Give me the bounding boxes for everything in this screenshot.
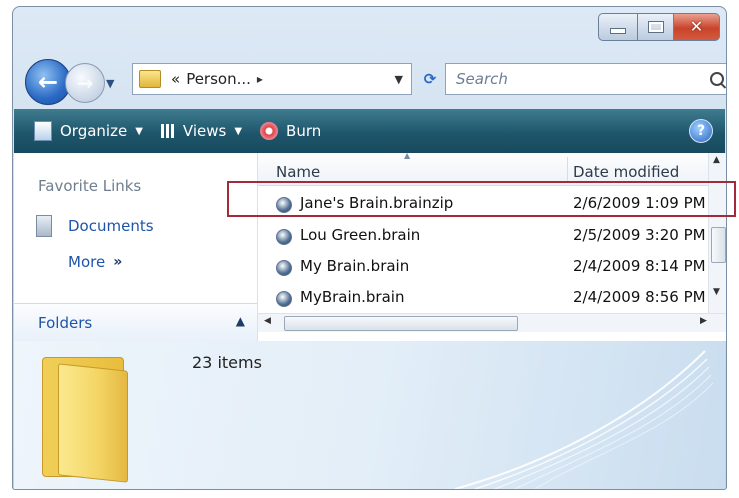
selected-file-highlight [227,181,736,217]
folder-icon [139,70,161,88]
minimize-icon [610,28,626,34]
help-icon: ? [696,123,706,139]
back-arrow-icon: ← [37,68,59,96]
table-row[interactable]: Lou Green.brain 2/5/2009 3:20 PM [258,221,708,251]
organize-icon [34,121,52,141]
views-button[interactable]: Views ▼ [160,122,243,140]
vertical-scrollbar[interactable]: ▲ ▼ [708,153,726,313]
burn-button[interactable]: Burn [260,122,321,140]
file-date: 2/4/2009 8:14 PM [573,257,706,275]
search-icon[interactable] [710,72,724,86]
sort-ascending-icon: ▲ [404,151,411,160]
scroll-down-icon[interactable]: ▼ [713,287,720,297]
refresh-button[interactable]: ⟳ [417,63,443,95]
search-input[interactable]: Search [445,63,726,95]
horizontal-scroll-thumb[interactable] [284,316,518,331]
chevron-down-icon: ▼ [234,125,243,137]
large-folder-icon [40,353,130,483]
maximize-button[interactable] [638,13,674,41]
column-header-name[interactable]: Name [276,163,320,181]
recent-pages-dropdown[interactable]: ▼ [106,77,114,90]
chevron-down-icon: ▼ [135,125,143,137]
close-button[interactable]: ✕ [674,13,720,41]
breadcrumb-personal[interactable]: Person... [186,70,251,88]
scroll-up-icon[interactable]: ▲ [713,155,720,165]
table-row[interactable]: My Brain.brain 2/4/2009 8:14 PM [258,252,708,282]
sidebar-item-documents[interactable]: Documents [36,215,154,237]
file-name: My Brain.brain [300,257,410,275]
column-header-date-modified[interactable]: Date modified [573,163,679,181]
forward-button[interactable]: → [65,63,105,103]
views-label: Views [182,122,227,140]
more-link[interactable]: More » [68,253,122,271]
views-icon [160,124,175,138]
file-name: Lou Green.brain [300,226,421,244]
caption-buttons: ✕ [598,13,720,41]
details-pane: 23 items [14,341,725,489]
burn-label: Burn [286,122,322,140]
command-toolbar: Organize ▼ Views ▼ Burn ? [14,109,725,153]
documents-icon [36,215,52,237]
search-placeholder: Search [456,70,508,88]
column-divider[interactable] [567,157,568,183]
folder-front-shape [58,363,128,483]
file-name: MyBrain.brain [300,288,405,306]
brain-file-icon [276,291,292,307]
address-dropdown-icon[interactable]: ▼ [395,73,403,86]
double-chevron-icon: » [113,254,123,270]
favorite-links-heading: Favorite Links [38,177,142,195]
vertical-scroll-thumb[interactable] [711,227,726,263]
file-date: 2/5/2009 3:20 PM [573,226,706,244]
horizontal-scrollbar[interactable]: ◀ ▶ [258,313,726,332]
brain-file-icon [276,229,292,245]
maximize-icon [647,21,664,33]
chevron-up-icon[interactable]: ▲ [236,314,245,328]
organize-label: Organize [60,122,128,140]
breadcrumb-prefix[interactable]: « [171,70,180,88]
scroll-right-icon[interactable]: ▶ [700,316,707,326]
more-label: More [68,253,106,271]
decorative-swoosh [454,350,714,489]
scroll-left-icon[interactable]: ◀ [264,316,271,326]
help-button[interactable]: ? [689,119,713,143]
sidebar-item-label: Documents [68,217,154,235]
file-date: 2/4/2009 8:56 PM [573,288,706,306]
organize-button[interactable]: Organize ▼ [34,121,143,141]
table-row[interactable]: MyBrain.brain 2/4/2009 8:56 PM [258,283,708,313]
items-count: 23 items [192,353,262,372]
explorer-window: ✕ ← → ▼ « Person... ▸ ▼ ⟳ Search Organiz… [12,6,727,490]
close-icon: ✕ [689,17,704,36]
folders-label: Folders [38,314,93,332]
brain-file-icon [276,260,292,276]
disc-icon [260,122,279,140]
refresh-icon: ⟳ [423,70,437,88]
minimize-button[interactable] [598,13,638,41]
address-bar[interactable]: « Person... ▸ ▼ [132,63,412,95]
folders-bar[interactable]: Folders ▲ [14,303,257,342]
forward-arrow-icon: → [76,71,94,95]
breadcrumb-separator-icon[interactable]: ▸ [257,72,263,86]
